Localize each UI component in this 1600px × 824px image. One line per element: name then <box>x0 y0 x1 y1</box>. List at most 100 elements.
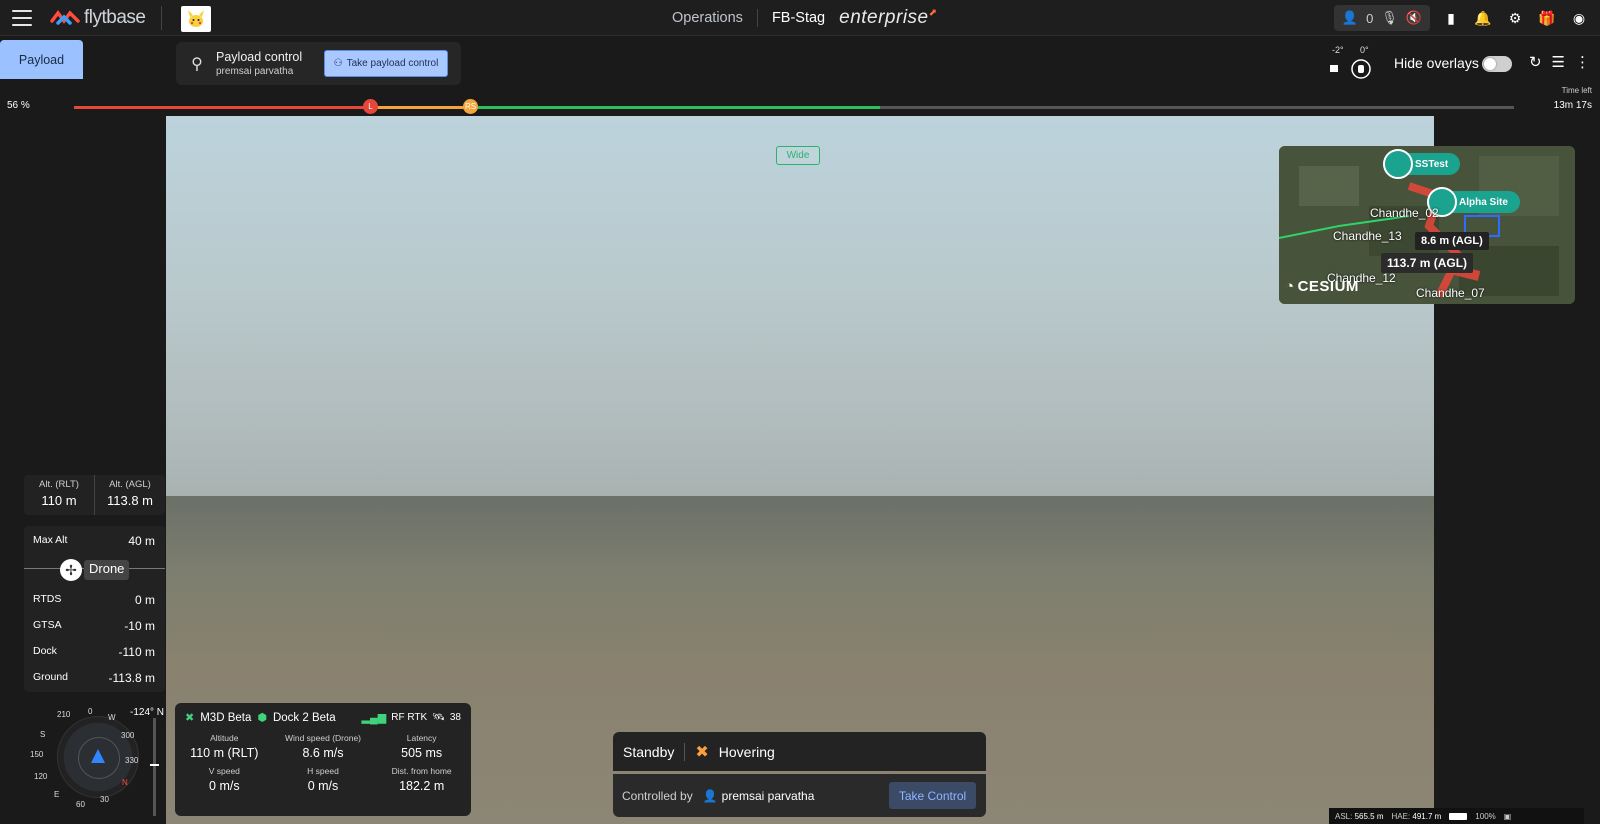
cesium-logo-icon: ◔ <box>1285 278 1295 295</box>
flight-state: Hovering <box>718 743 775 760</box>
top-right-controls: 👤 0 🎙 🔇 ▮ 🔔 ⚙ 🎁 ◉ <box>1333 4 1590 32</box>
compass-label: E <box>54 790 60 799</box>
account-icon[interactable]: ◉ <box>1568 7 1590 29</box>
pikachu-icon <box>188 10 204 27</box>
vertical-speed-indicator <box>150 764 159 766</box>
compass-label: W <box>108 713 116 722</box>
tab-payload[interactable]: Payload <box>0 40 83 79</box>
battery-segment-remaining <box>470 106 880 109</box>
bell-icon[interactable]: 🔔 <box>1472 7 1494 29</box>
divider <box>684 742 686 761</box>
sub-bar: Payload ⚲ Payload control premsai parvat… <box>0 37 1600 95</box>
asl-readout: ASL: 565.5 m <box>1335 811 1384 821</box>
sliders-icon[interactable]: ☰ <box>1552 53 1565 71</box>
alt-scale-row-max: Max Alt 40 m <box>33 534 155 548</box>
divider <box>756 9 758 27</box>
take-payload-control-button[interactable]: ⚇ Take payload control <box>324 50 448 77</box>
battery-bar <box>74 106 1514 109</box>
vertical-speed-bar <box>153 718 156 816</box>
telemetry-cell: Dist. from home 182.2 m <box>391 766 452 793</box>
alt-rlt-value: 110 m <box>41 493 77 508</box>
battery-icon <box>1449 812 1468 820</box>
drone-status-icon: ✖ <box>185 712 195 724</box>
flight-mode: Standby <box>623 743 675 760</box>
rc-battery: 100% <box>1475 811 1496 821</box>
telemetry-cell: Latency 505 ms <box>401 733 443 760</box>
map-agl-small: 8.6 m (AGL) <box>1415 232 1489 250</box>
telemetry-cell: H speed 0 m/s <box>307 766 339 793</box>
analytics-icon[interactable]: ▮ <box>1440 7 1462 29</box>
org-avatar[interactable] <box>181 6 211 32</box>
more-vertical-icon[interactable]: ⋮ <box>1575 53 1590 71</box>
map-label: Chandhe_02 <box>1370 206 1439 220</box>
map-site-alpha[interactable]: Alpha Site <box>1427 187 1520 217</box>
edition-mark-icon: ⬈ <box>928 7 938 19</box>
flytbase-logo[interactable]: flytbase <box>50 7 146 28</box>
time-left-value: 13m 17s <box>1553 100 1592 111</box>
alt-agl-label: Alt. (AGL) <box>109 479 151 490</box>
mic-off-icon[interactable]: 🎙 <box>1381 10 1398 26</box>
telemetry-panel: ✖ M3D Beta ⬢ Dock 2 Beta ▂▄▆ RF RTK 🛰 38… <box>175 703 471 816</box>
compass-label: 30 <box>100 795 109 804</box>
battery-marker-land: L <box>363 99 378 114</box>
gear-icon[interactable]: ⚙ <box>1504 7 1526 29</box>
divider <box>161 6 162 30</box>
top-bar: flytbase Operations FB-Stag enterprise⬈ … <box>0 0 1600 36</box>
map-label: Chandhe_13 <box>1333 229 1402 243</box>
user-icon: 👤 <box>1341 10 1359 25</box>
dock-name[interactable]: Dock 2 Beta <box>273 712 336 724</box>
payload-control-panel: ⚲ Payload control premsai parvatha ⚇ Tak… <box>176 42 461 85</box>
map-agl-large: 113.7 m (AGL) <box>1381 253 1474 273</box>
alt-scale-row: RTDS 0 m <box>33 593 155 607</box>
flytbase-logo-icon <box>50 10 80 25</box>
compass-label: 0 <box>88 707 93 716</box>
speaker-muted-icon[interactable]: 🔇 <box>1406 10 1422 26</box>
take-control-button[interactable]: Take Control <box>889 782 976 809</box>
satellite-count: 38 <box>449 712 461 723</box>
altitude-scale: Max Alt 40 m ✢ Drone RTDS 0 m GTSA -10 m Do… <box>24 526 165 692</box>
payload-control-title: Payload control <box>216 50 303 64</box>
hide-overlays-label: Hide overlays <box>1394 55 1479 71</box>
top-center-nav: Operations FB-Stag enterprise⬈ <box>672 0 938 36</box>
minimap[interactable]: SSTest Alpha Site Chandhe_02 Chandhe_13 … <box>1279 146 1575 304</box>
gimbal-icon <box>1330 59 1371 79</box>
satellite-icon: 🛰 <box>432 712 445 723</box>
lens-tag-wide[interactable]: Wide <box>776 146 820 165</box>
telemetry-cell: Wind speed (Drone) 8.6 m/s <box>284 733 362 760</box>
payload-user-icon: ⚲ <box>191 55 203 73</box>
alt-agl-value: 113.8 m <box>106 493 153 508</box>
remote-controller-icon: ▣ <box>1503 811 1512 821</box>
menu-icon[interactable] <box>12 10 32 26</box>
hae-readout: HAE: 491.7 m <box>1391 811 1442 821</box>
time-left: Time left 13m 17s <box>1554 86 1592 111</box>
compass-label: 300 <box>121 731 135 740</box>
user-count: 0 <box>1366 10 1374 26</box>
gimbal-indicator: -2° 0° <box>1325 45 1375 81</box>
status-pill[interactable]: 👤 0 🎙 🔇 <box>1333 5 1430 31</box>
gift-icon[interactable]: 🎁 <box>1536 7 1558 29</box>
logo-text: flytbase <box>84 7 146 28</box>
payload-control-user: premsai parvatha <box>216 66 294 77</box>
battery-segment-critical <box>74 106 370 109</box>
telemetry-cell: Altitude 110 m (RLT) <box>190 733 259 760</box>
nav-operations[interactable]: Operations <box>672 10 743 26</box>
gimbal-pitch: -2° <box>1332 45 1344 55</box>
alt-scale-row: Ground -113.8 m <box>33 671 155 685</box>
link-type: RF RTK <box>391 712 428 723</box>
edition-label: enterprise⬈ <box>839 7 938 28</box>
drone-name[interactable]: M3D Beta <box>200 712 251 724</box>
refresh-icon[interactable]: ↻ <box>1529 53 1542 71</box>
org-name[interactable]: FB-Stag <box>772 10 825 26</box>
telemetry-cell: V speed 0 m/s <box>208 766 240 793</box>
drone-icon[interactable]: ✢ <box>60 559 82 581</box>
battery-percent: 56 % <box>7 100 30 111</box>
compass-heading: -124° N <box>130 707 165 718</box>
map-site-sstest[interactable]: SSTest <box>1383 149 1461 179</box>
hide-overlays-toggle[interactable] <box>1482 56 1512 72</box>
bottom-status-bar: ASL: 565.5 m HAE: 491.7 m 100% ▣ <box>1329 808 1584 824</box>
gimbal-yaw: 0° <box>1360 45 1369 55</box>
time-left-label: Time left <box>1561 86 1592 95</box>
altitude-readout: Alt. (RLT) 110 m Alt. (AGL) 113.8 m <box>24 475 165 515</box>
compass-label: 210 <box>57 710 71 719</box>
controller: 👤 premsai parvatha <box>702 788 815 803</box>
